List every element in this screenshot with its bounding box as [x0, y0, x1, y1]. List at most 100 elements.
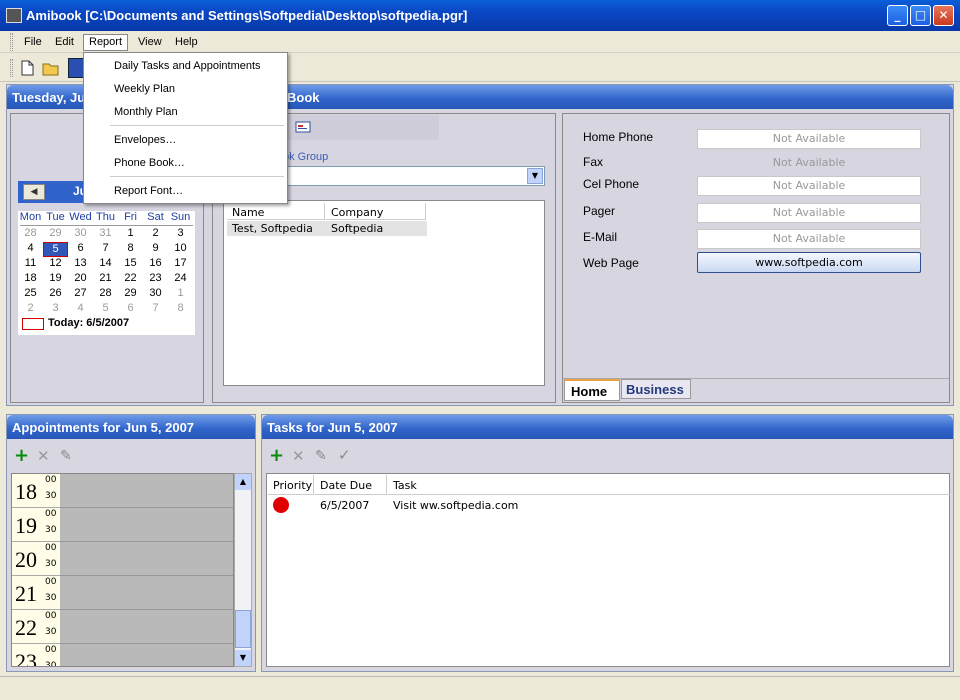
minimize-button[interactable]: _	[887, 5, 908, 26]
column-header-priority[interactable]: Priority	[268, 475, 314, 495]
field-value[interactable]: Not Available	[697, 203, 921, 223]
scroll-thumb[interactable]	[235, 610, 251, 648]
calendar-day[interactable]: 14	[93, 257, 118, 272]
calendar-day[interactable]: 1	[118, 227, 143, 242]
calendar-day[interactable]: 18	[18, 272, 43, 287]
calendar-day[interactable]: 5	[93, 302, 118, 317]
calendar-day[interactable]: 15	[118, 257, 143, 272]
menu-view[interactable]: View	[133, 34, 167, 51]
calendar-day[interactable]: 11	[18, 257, 43, 272]
delete-appointment-icon[interactable]: ✕	[37, 448, 50, 464]
appointment-slot[interactable]	[60, 474, 233, 508]
menu-item-weekly-plan[interactable]: Weekly Plan	[114, 83, 175, 95]
calendar-day[interactable]: 6	[68, 242, 93, 257]
menu-item-envelopes[interactable]: Envelopes…	[114, 134, 176, 146]
web-page-button[interactable]: www.softpedia.com	[697, 252, 921, 273]
calendar-day[interactable]: 8	[168, 302, 193, 317]
edit-task-icon[interactable]: ✎	[315, 448, 327, 464]
calendar-day[interactable]: 4	[68, 302, 93, 317]
calendar-day[interactable]: 3	[43, 302, 68, 317]
calendar-day[interactable]: 9	[143, 242, 168, 257]
calendar-day[interactable]: 4	[18, 242, 43, 257]
menu-file[interactable]: File	[19, 34, 47, 51]
calendar-day[interactable]: 30	[143, 287, 168, 302]
calendar-day[interactable]: 28	[93, 287, 118, 302]
delete-task-icon[interactable]: ✕	[292, 448, 305, 464]
calendar-day[interactable]: 2	[143, 227, 168, 242]
calendar-day[interactable]: 29	[43, 227, 68, 242]
calendar-day[interactable]: 17	[168, 257, 193, 272]
calendar-day[interactable]: 3	[168, 227, 193, 242]
column-header-company[interactable]: Company	[326, 203, 426, 220]
add-appointment-icon[interactable]: +	[14, 447, 29, 465]
maximize-button[interactable]: □	[910, 5, 931, 26]
tab-business[interactable]: Business	[621, 379, 691, 399]
calendar-day[interactable]: 27	[68, 287, 93, 302]
calendar-day[interactable]: 12	[43, 257, 68, 272]
column-header-date-due[interactable]: Date Due	[315, 475, 387, 495]
field-value[interactable]: Not Available	[697, 229, 921, 249]
field-value[interactable]: Not Available	[697, 176, 921, 196]
open-folder-icon[interactable]	[42, 60, 60, 76]
menu-item-report-font[interactable]: Report Font…	[114, 185, 183, 197]
field-value[interactable]: Not Available	[697, 154, 921, 174]
calendar-day[interactable]: 24	[168, 272, 193, 287]
menu-report[interactable]: Report	[83, 34, 129, 51]
appointment-slot[interactable]	[60, 576, 233, 610]
calendar-day[interactable]: 7	[93, 242, 118, 257]
chevron-down-icon[interactable]: ▼	[527, 168, 543, 184]
tab-home[interactable]: Home	[564, 379, 620, 401]
hour-row[interactable]: 20 00 30	[12, 542, 233, 576]
appointment-grid[interactable]: 18 00 30 19 00 30 20 00 30 21 00 30 22 00 30 23 00 30	[11, 473, 234, 667]
calendar-day[interactable]: 2	[18, 302, 43, 317]
menu-item-phone-book[interactable]: Phone Book…	[114, 157, 185, 169]
add-task-icon[interactable]: +	[269, 447, 284, 465]
table-row[interactable]: Test, Softpedia Softpedia	[227, 221, 427, 236]
calendar-day[interactable]: 16	[143, 257, 168, 272]
field-value[interactable]: Not Available	[697, 129, 921, 149]
hour-row[interactable]: 18 00 30	[12, 474, 233, 508]
calendar-day[interactable]: 30	[68, 227, 93, 242]
column-header-name[interactable]: Name	[227, 203, 325, 220]
menu-help[interactable]: Help	[170, 34, 203, 51]
calendar-day[interactable]: 10	[168, 242, 193, 257]
scroll-up-icon[interactable]: ▲	[235, 474, 251, 490]
hour-row[interactable]: 19 00 30	[12, 508, 233, 542]
calendar-day[interactable]: 20	[68, 272, 93, 287]
calendar-day[interactable]: 25	[18, 287, 43, 302]
appointment-slot[interactable]	[60, 644, 233, 666]
calendar-day[interactable]: 26	[43, 287, 68, 302]
calendar-day[interactable]: 6	[118, 302, 143, 317]
menu-item-monthly-plan[interactable]: Monthly Plan	[114, 106, 178, 118]
column-header-task[interactable]: Task	[388, 475, 950, 495]
appointment-slot[interactable]	[60, 542, 233, 576]
menu-edit[interactable]: Edit	[50, 34, 79, 51]
calendar-day[interactable]: 7	[143, 302, 168, 317]
complete-task-icon[interactable]: ✓	[338, 447, 351, 463]
calendar-day[interactable]: 28	[18, 227, 43, 242]
calendar-day[interactable]: 13	[68, 257, 93, 272]
scroll-down-icon[interactable]: ▼	[235, 650, 251, 666]
calendar-day[interactable]: 21	[93, 272, 118, 287]
calendar-day[interactable]: 1	[168, 287, 193, 302]
appointment-slot[interactable]	[60, 610, 233, 644]
calendar-prev-button[interactable]: ◀	[23, 184, 45, 200]
calendar-day[interactable]: 19	[43, 272, 68, 287]
hour-row[interactable]: 22 00 30	[12, 610, 233, 644]
appointments-scrollbar[interactable]: ▲ ▼	[234, 473, 252, 667]
calendar-day[interactable]: 23	[143, 272, 168, 287]
calendar-day[interactable]: 31	[93, 227, 118, 242]
calendar-day[interactable]: 22	[118, 272, 143, 287]
calendar-day[interactable]: 5	[43, 242, 68, 257]
card-icon[interactable]	[295, 121, 311, 133]
menu-item-daily-tasks[interactable]: Daily Tasks and Appointments	[114, 60, 261, 72]
table-row[interactable]: 6/5/2007 Visit ww.softpedia.com	[268, 496, 950, 514]
calendar-day[interactable]: 29	[118, 287, 143, 302]
today-label[interactable]: Today: 6/5/2007	[48, 317, 129, 329]
new-file-icon[interactable]	[19, 60, 35, 76]
calendar-day[interactable]: 8	[118, 242, 143, 257]
hour-row[interactable]: 23 00 30	[12, 644, 233, 666]
edit-appointment-icon[interactable]: ✎	[60, 448, 72, 464]
hour-row[interactable]: 21 00 30	[12, 576, 233, 610]
calendar-view-icon[interactable]	[68, 58, 84, 78]
